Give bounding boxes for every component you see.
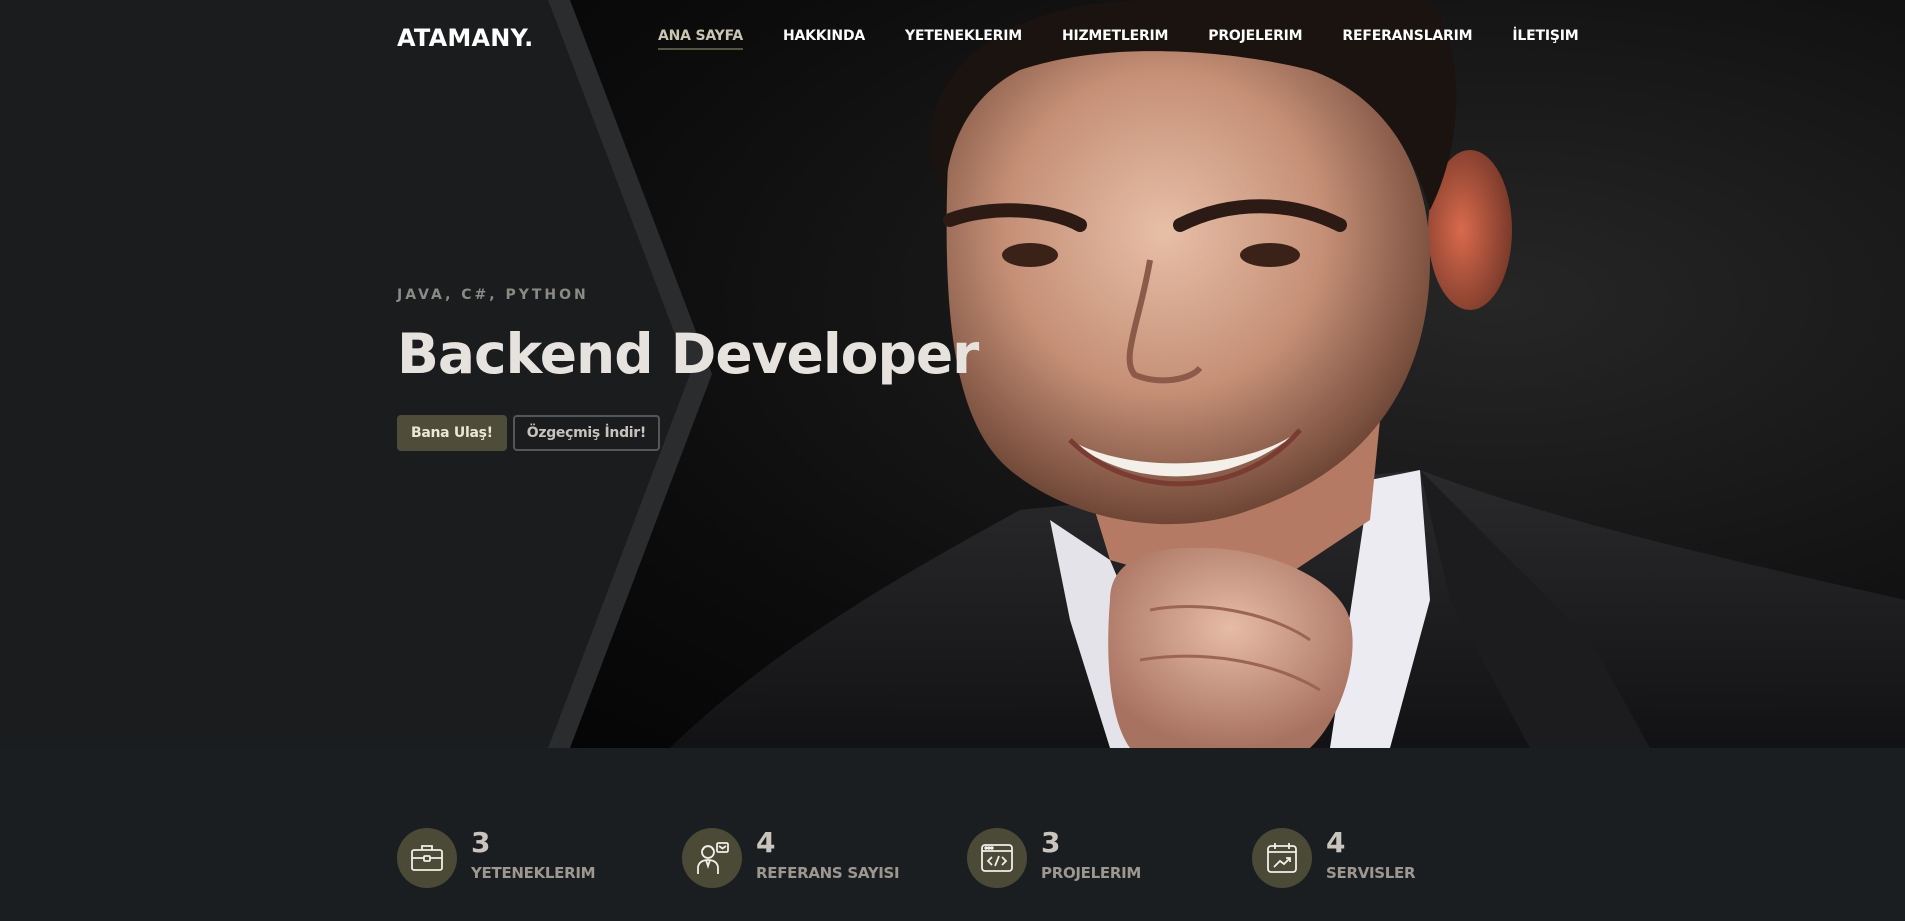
download-cv-button[interactable]: Özgeçmiş İndir! <box>512 415 660 451</box>
nav-item-about[interactable]: HAKKINDA <box>783 28 865 50</box>
nav-item-services[interactable]: HIZMETLERIM <box>1062 28 1169 50</box>
stat-value: 3 <box>1041 826 1061 859</box>
stats-section: 3 YETENEKLERIM 4 REFERANS SAYISI 3 PROJE… <box>397 828 1537 888</box>
nav-item-skills[interactable]: YETENEKLERIM <box>905 28 1022 50</box>
main-nav: ANA SAYFA HAKKINDA YETENEKLERIM HIZMETLE… <box>658 28 1579 50</box>
stat-label: YETENEKLERIM <box>471 864 596 882</box>
brand-logo[interactable]: ATAMANY. <box>397 24 533 52</box>
hero-headline: Backend Developer <box>397 322 979 386</box>
stat-skills: 3 YETENEKLERIM <box>397 828 682 888</box>
hero-eyebrow: JAVA, C#, PYTHON <box>397 287 589 303</box>
stat-label: SERVISLER <box>1326 864 1416 882</box>
stat-value: 4 <box>1326 826 1346 859</box>
contact-me-button[interactable]: Bana Ulaş! <box>397 415 507 451</box>
nav-item-references[interactable]: REFERANSLARIM <box>1342 28 1472 50</box>
briefcase-icon <box>397 828 457 888</box>
code-window-icon <box>967 828 1027 888</box>
stat-value: 3 <box>471 826 491 859</box>
support-person-icon <box>682 828 742 888</box>
calendar-chart-icon <box>1252 828 1312 888</box>
nav-item-contact[interactable]: İLETIŞIM <box>1512 28 1578 50</box>
stat-value: 4 <box>756 826 776 859</box>
nav-item-projects[interactable]: PROJELERIM <box>1208 28 1302 50</box>
stat-references: 4 REFERANS SAYISI <box>682 828 967 888</box>
stat-label: PROJELERIM <box>1041 864 1141 882</box>
stat-label: REFERANS SAYISI <box>756 864 900 882</box>
nav-item-home[interactable]: ANA SAYFA <box>658 28 743 50</box>
hero-section: ATAMANY. ANA SAYFA HAKKINDA YETENEKLERIM… <box>0 0 1905 748</box>
stat-services: 4 SERVISLER <box>1252 828 1537 888</box>
stat-projects: 3 PROJELERIM <box>967 828 1252 888</box>
hero-actions: Bana Ulaş! Özgeçmiş İndir! <box>397 415 660 451</box>
